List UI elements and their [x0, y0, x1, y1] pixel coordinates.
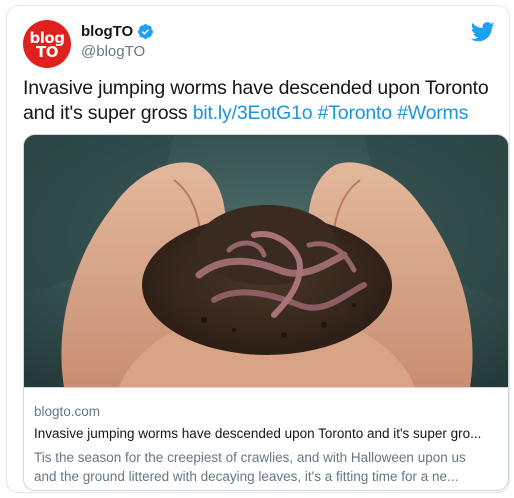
embedded-tweet: blog TO blogTO @blogTO Invasive jumping …: [6, 5, 510, 493]
twitter-bird-icon[interactable]: [471, 22, 495, 42]
tweet-text: Invasive jumping worms have descended up…: [23, 76, 503, 126]
card-title: Invasive jumping worms have descended up…: [34, 426, 482, 441]
card-description: Tis the season for the creepiest of craw…: [34, 448, 496, 486]
hashtag-toronto[interactable]: #Toronto: [318, 102, 392, 124]
card-image-worms-in-hands[interactable]: [24, 135, 509, 387]
card-description-line2: and the ground littered with decaying le…: [34, 469, 459, 484]
hashtag-worms[interactable]: #Worms: [397, 102, 468, 124]
card-description-line1: Tis the season for the creepiest of craw…: [34, 450, 466, 465]
handle[interactable]: @blogTO: [81, 43, 145, 60]
avatar-text-to: TO: [36, 43, 58, 61]
card-body[interactable]: blogto.com Invasive jumping worms have d…: [24, 387, 508, 490]
link-card[interactable]: blogto.com Invasive jumping worms have d…: [23, 134, 509, 491]
display-name[interactable]: blogTO: [81, 23, 133, 40]
tweet-link[interactable]: bit.ly/3EotG1o: [193, 102, 313, 124]
avatar[interactable]: blog TO: [23, 20, 71, 68]
verified-badge-icon: [138, 24, 154, 39]
card-domain: blogto.com: [34, 404, 101, 419]
author-name-row: blogTO: [81, 23, 154, 40]
